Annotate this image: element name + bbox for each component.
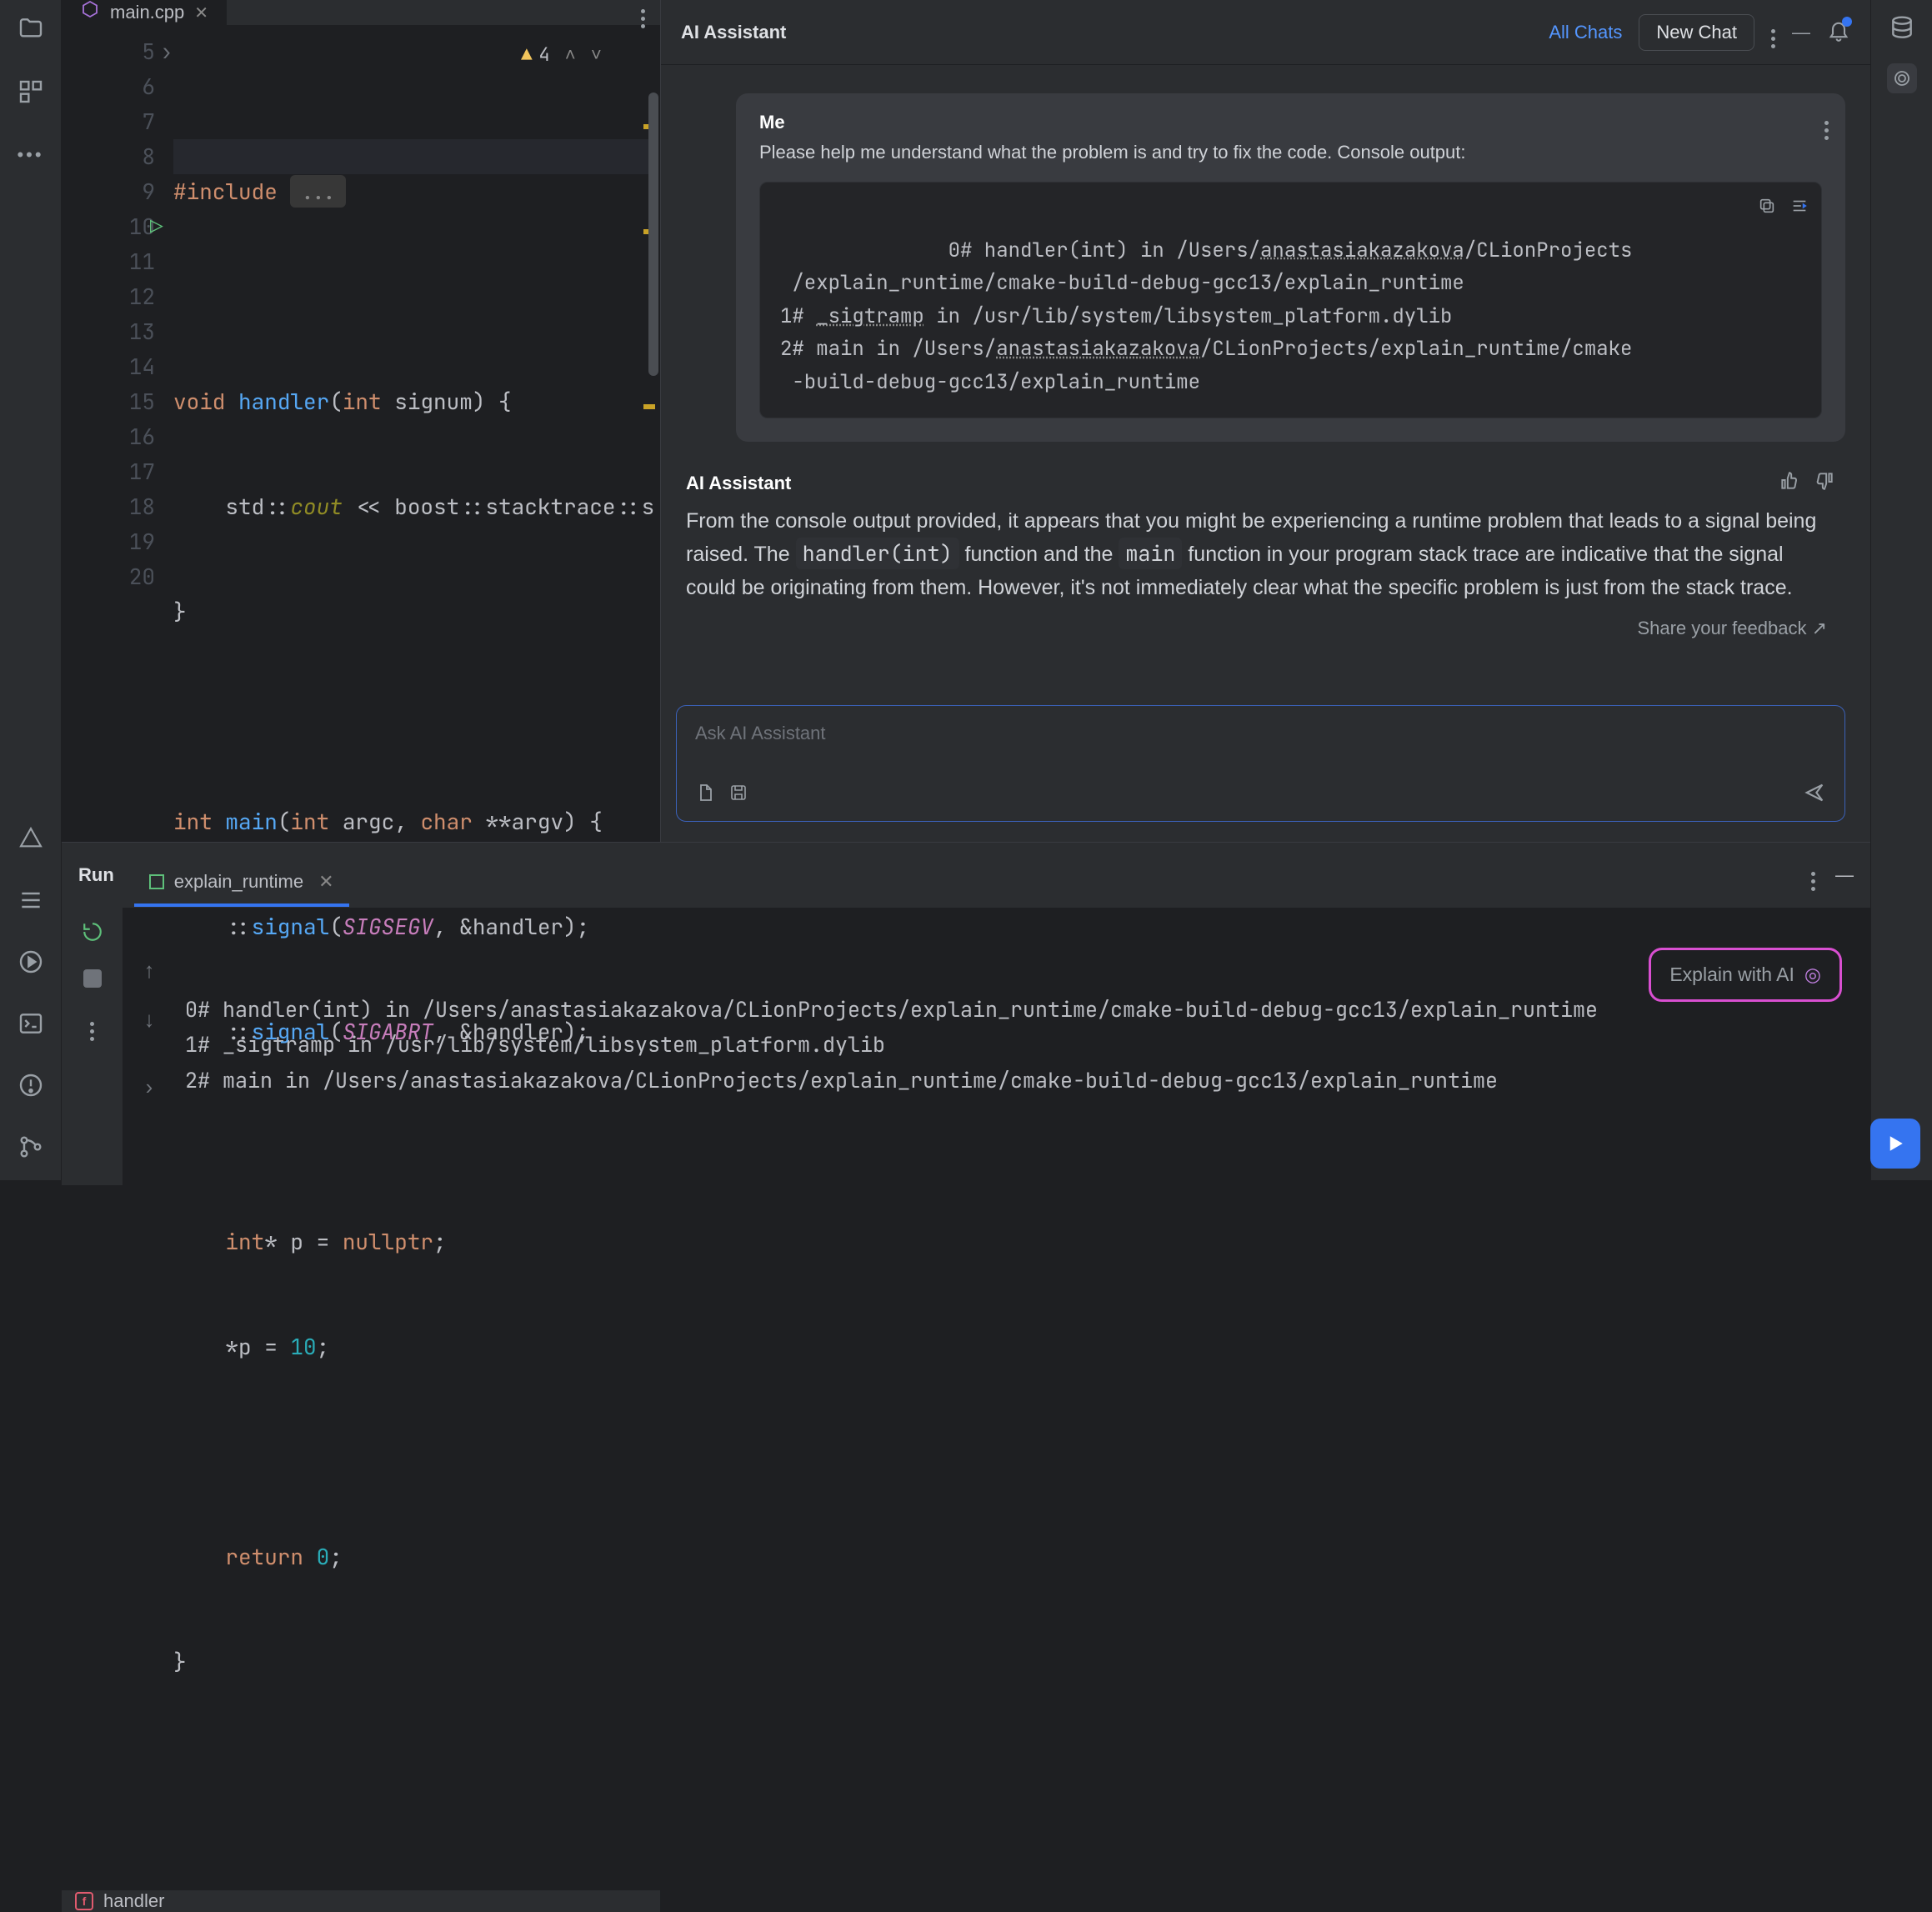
database-icon[interactable] (1887, 13, 1917, 43)
close-tab-icon[interactable]: ✕ (194, 3, 208, 23)
function-icon: f (75, 1892, 93, 1910)
editor-tab-bar: main.cpp ✕ (62, 0, 660, 26)
warnings-indicator[interactable]: ▲ 4 ˄ ˅ (521, 38, 602, 73)
run-gutter-icon[interactable]: ▷ (150, 209, 163, 244)
more-tools-icon[interactable]: ••• (16, 140, 46, 170)
thumbs-down-icon[interactable] (1814, 470, 1835, 497)
message-menu-icon[interactable] (1824, 108, 1829, 140)
notifications-icon[interactable] (1827, 18, 1850, 47)
feedback-link[interactable]: Share your feedback ↗ (1637, 618, 1827, 638)
run-menu-icon[interactable] (1811, 859, 1815, 891)
warning-icon: ▲ (521, 38, 532, 73)
next-problem-icon[interactable]: ˅ (591, 38, 602, 73)
chat-placeholder: Ask AI Assistant (695, 723, 1826, 744)
line-gutter: ›5 6 7 8 9 ▷10 11 12 13 14 15 16 17 18 (62, 26, 173, 1889)
warnings-count: 4 (538, 38, 549, 73)
user-message-text: Please help me understand what the probl… (759, 138, 1822, 167)
breadcrumb-symbol: handler (103, 1890, 164, 1912)
thumbs-up-icon[interactable] (1779, 470, 1800, 497)
new-chat-button[interactable]: New Chat (1639, 14, 1754, 51)
assistant-response: AI Assistant From the console output pro… (686, 462, 1845, 640)
structure-icon[interactable] (16, 77, 46, 107)
cmake-icon[interactable] (16, 823, 46, 853)
minimize-run-icon[interactable]: — (1835, 864, 1854, 886)
file-tab-label: main.cpp (110, 2, 184, 23)
prev-problem-icon[interactable]: ˄ (565, 38, 576, 73)
left-tool-rail: ••• (0, 0, 62, 1180)
stacktrace-block: 0# handler(int) in /Users/anastasiakazak… (759, 182, 1822, 418)
tab-menu-icon[interactable] (641, 0, 645, 28)
vcs-icon[interactable] (16, 1132, 46, 1162)
explain-label: Explain with AI (1669, 959, 1794, 991)
minimize-icon[interactable]: — (1792, 22, 1810, 43)
user-message-card: Me Please help me understand what the pr… (736, 93, 1845, 442)
services-icon[interactable] (16, 947, 46, 977)
breadcrumb[interactable]: f handler (62, 1889, 660, 1912)
cpp-file-icon (80, 0, 100, 25)
problems-icon[interactable] (16, 1070, 46, 1100)
ai-menu-icon[interactable] (1771, 17, 1775, 48)
ai-assistant-panel: AI Assistant All Chats New Chat — (661, 0, 1870, 842)
run-fab[interactable] (1870, 1119, 1920, 1169)
copy-icon[interactable] (1758, 193, 1776, 226)
todo-icon[interactable] (16, 885, 46, 915)
ai-swirl-icon: ◎ (1804, 959, 1821, 991)
right-tool-rail (1870, 0, 1932, 1180)
assistant-author-label: AI Assistant (686, 473, 791, 494)
ai-assistant-tool-icon[interactable] (1887, 63, 1917, 93)
insert-icon[interactable] (1789, 193, 1809, 226)
all-chats-link[interactable]: All Chats (1549, 22, 1622, 43)
terminal-icon[interactable] (16, 1009, 46, 1039)
send-icon[interactable] (1803, 781, 1826, 809)
ai-panel-title: AI Assistant (681, 22, 786, 43)
explain-with-ai-button[interactable]: Explain with AI ◎ (1649, 948, 1842, 1002)
save-chat-icon[interactable] (728, 783, 748, 808)
chat-input[interactable]: Ask AI Assistant (676, 705, 1845, 822)
attach-file-icon[interactable] (695, 783, 715, 808)
user-author-label: Me (759, 112, 1822, 133)
file-tab[interactable]: main.cpp ✕ (62, 0, 227, 25)
editor-panel: main.cpp ✕ ›5 6 7 8 9 ▷10 11 12 (62, 0, 661, 842)
project-icon[interactable] (16, 13, 46, 43)
